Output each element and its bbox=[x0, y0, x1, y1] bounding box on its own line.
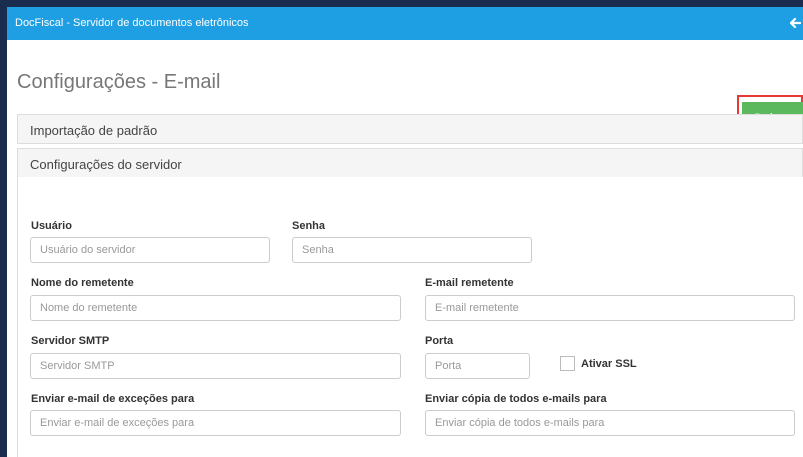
sender-email-label: E-mail remetente bbox=[425, 277, 514, 289]
exceptions-email-input[interactable] bbox=[30, 410, 401, 436]
port-label: Porta bbox=[425, 335, 454, 347]
port-input[interactable] bbox=[425, 353, 530, 379]
user-input[interactable] bbox=[30, 237, 270, 263]
window-frame-top bbox=[0, 0, 803, 7]
sender-name-label: Nome do remetente bbox=[31, 277, 134, 289]
sender-name-input[interactable] bbox=[30, 295, 401, 321]
sender-email-input[interactable] bbox=[425, 295, 795, 321]
exceptions-email-label: Enviar e-mail de exceções para bbox=[31, 393, 195, 405]
import-section-label: Importação de padrão bbox=[30, 123, 158, 138]
password-input[interactable] bbox=[292, 237, 532, 263]
server-section-header[interactable]: Configurações do servidor bbox=[17, 148, 803, 178]
app-title: DocFiscal - Servidor de documentos eletr… bbox=[15, 17, 249, 29]
app-header: DocFiscal - Servidor de documentos eletr… bbox=[7, 7, 803, 40]
page-title: Configurações - E-mail bbox=[17, 71, 221, 94]
password-label: Senha bbox=[292, 220, 326, 232]
copy-email-input[interactable] bbox=[425, 410, 795, 436]
server-section-label: Configurações do servidor bbox=[30, 157, 182, 172]
arrow-left-icon[interactable] bbox=[789, 16, 801, 30]
smtp-server-label: Servidor SMTP bbox=[31, 335, 110, 347]
smtp-server-input[interactable] bbox=[30, 353, 401, 379]
ssl-label: Ativar SSL bbox=[581, 358, 637, 370]
copy-email-label: Enviar cópia de todos e-mails para bbox=[425, 393, 607, 405]
ssl-checkbox[interactable] bbox=[560, 356, 575, 371]
user-label: Usuário bbox=[31, 220, 72, 232]
import-section-header[interactable]: Importação de padrão bbox=[17, 114, 803, 144]
window-frame-left bbox=[0, 0, 7, 457]
